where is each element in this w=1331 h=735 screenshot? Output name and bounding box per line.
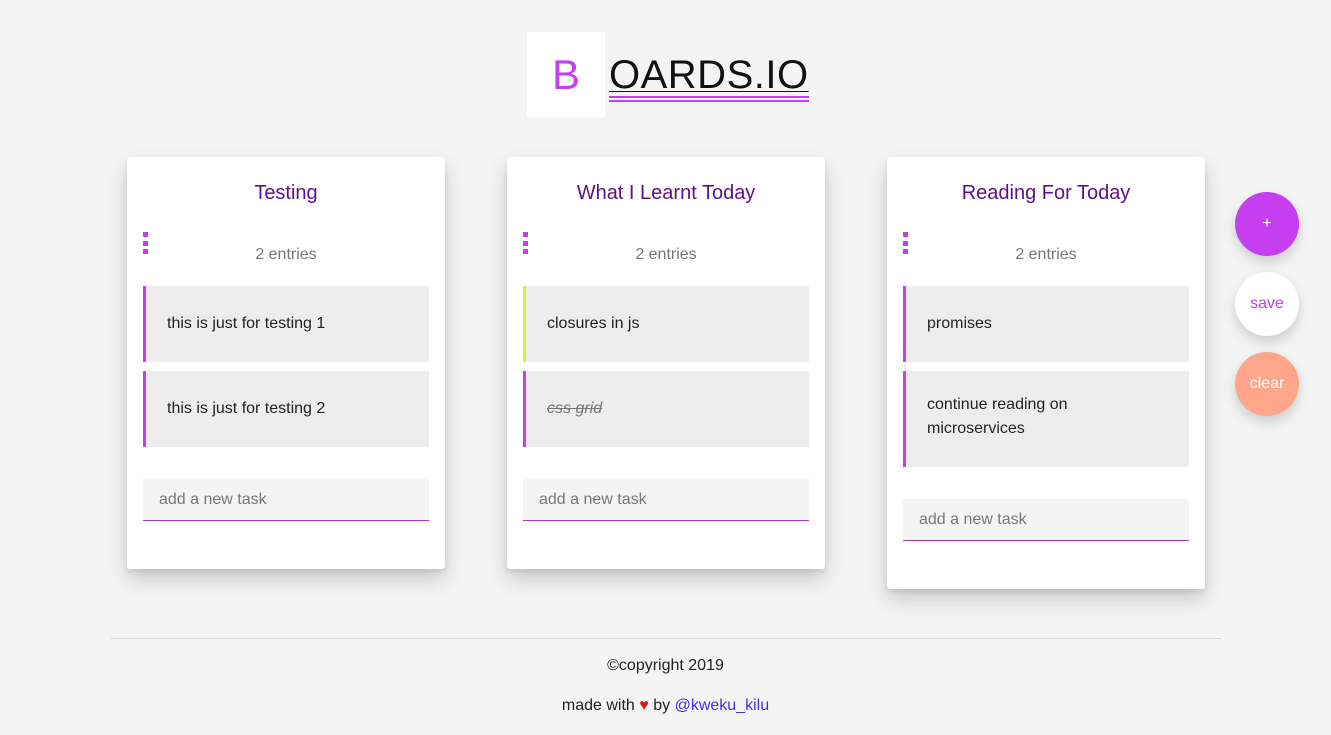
new-task-input[interactable] [523, 479, 809, 521]
board-title: Reading For Today [961, 182, 1131, 204]
author-link[interactable]: @kweku_kilu [675, 697, 770, 714]
made-with-line: made with ♥ by @kweku_kilu [0, 697, 1331, 715]
save-button[interactable]: save [1235, 272, 1299, 336]
copyright-text: ©copyright 2019 [607, 657, 724, 674]
new-task-input[interactable] [903, 499, 1189, 541]
board-title: Testing [254, 182, 318, 204]
by-text: by [653, 697, 671, 714]
logo-letter: B [527, 32, 605, 117]
board-what-i-learnt-today: What I Learnt Today 2 entries closures i… [507, 157, 825, 569]
board-testing: Testing 2 entries this is just for testi… [127, 157, 445, 569]
heart-icon: ♥ [639, 697, 649, 714]
task-item[interactable]: promises [903, 286, 1189, 362]
new-task-input[interactable] [143, 479, 429, 521]
made-with-text: made with [561, 697, 635, 714]
clear-button[interactable]: clear [1235, 352, 1299, 416]
task-item[interactable]: continue reading on microservices [903, 371, 1189, 467]
board-title: What I Learnt Today [576, 182, 756, 204]
footer-divider [111, 638, 1221, 639]
logo: B OARDS.IO [527, 32, 809, 117]
add-board-button[interactable]: + [1235, 192, 1299, 256]
logo-text[interactable]: OARDS.IO [609, 54, 809, 102]
board-reading-for-today: Reading For Today 2 entries promises con… [887, 157, 1205, 589]
task-item-completed[interactable]: css grid [523, 371, 809, 447]
entries-count: 2 entries [635, 246, 697, 263]
task-item[interactable]: this is just for testing 1 [143, 286, 429, 362]
task-item[interactable]: closures in js [523, 286, 809, 362]
entries-count: 2 entries [1015, 246, 1077, 263]
task-item[interactable]: this is just for testing 2 [143, 371, 429, 447]
entries-count: 2 entries [255, 246, 317, 263]
